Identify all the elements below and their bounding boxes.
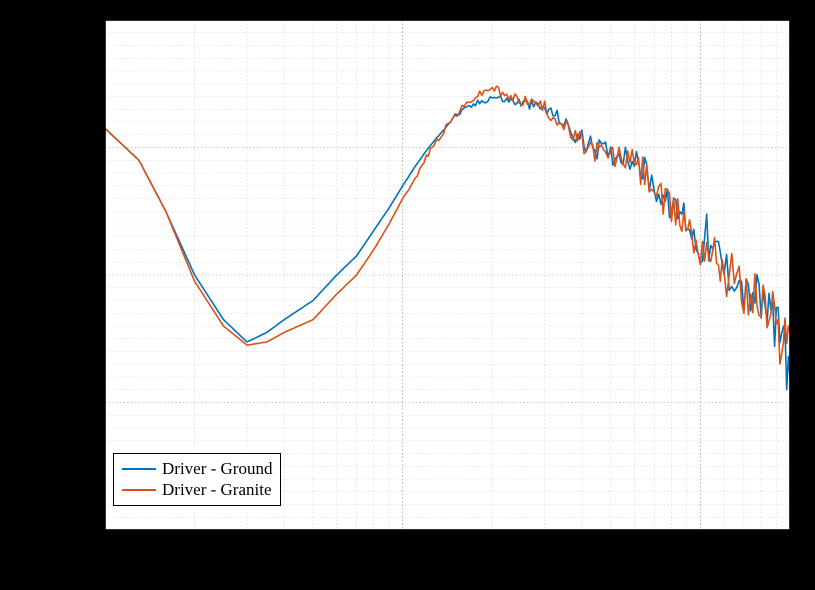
legend: Driver - Ground Driver - Granite <box>113 453 281 506</box>
line-swatch-icon <box>122 468 156 470</box>
line-swatch-icon <box>122 489 156 491</box>
legend-label: Driver - Granite <box>162 479 272 500</box>
legend-item: Driver - Ground <box>122 458 272 479</box>
legend-item: Driver - Granite <box>122 479 272 500</box>
legend-label: Driver - Ground <box>162 458 272 479</box>
